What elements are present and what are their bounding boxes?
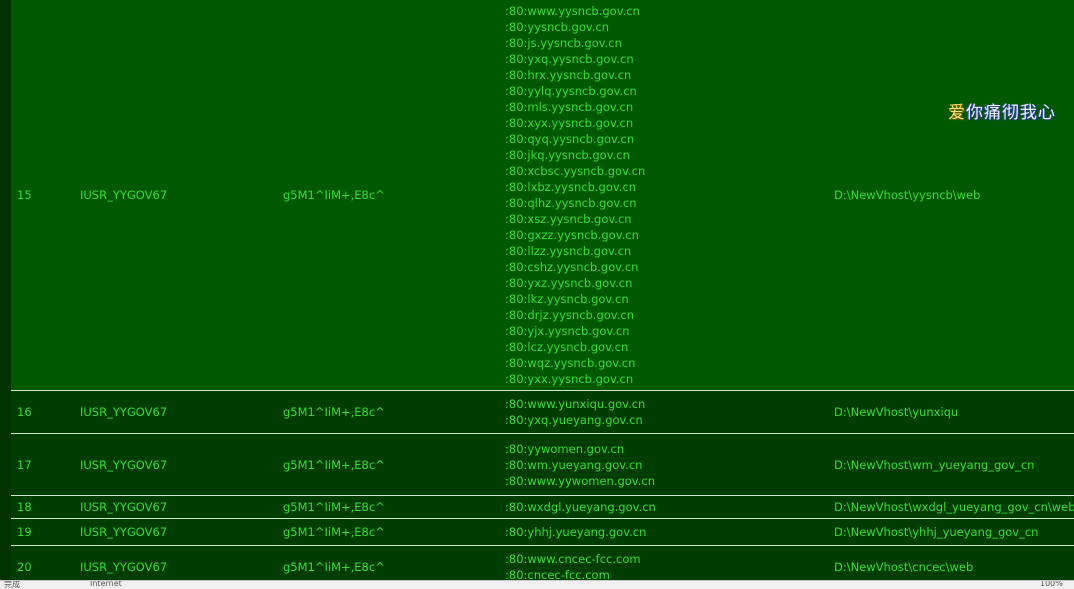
host-binding-line: :80:cshz.yysncb.gov.cn: [505, 260, 639, 274]
table-row: 15 IUSR_YYGOV67 g5M1^IiM+,E8c^:80:www.yysn…: [11, 0, 1074, 390]
host-binding-line: :80:llzz.yysncb.gov.cn: [505, 244, 632, 258]
user-cell: IUSR_YYGOV67: [80, 0, 283, 390]
host-binding-line: :80:drjz.yysncb.gov.cn: [505, 308, 634, 322]
row-id-cell: 20: [17, 560, 32, 574]
path-cell: D:\NewVhost\cncec\web: [834, 560, 974, 574]
results-table-container[interactable]: 15 IUSR_YYGOV67 g5M1^IiM+,E8c^:80:www.yysn…: [11, 0, 1074, 580]
row-id-cell: 19: [17, 525, 32, 539]
host-binding-line: :80:wqz.yysncb.gov.cn: [505, 356, 636, 370]
host-binding-line: :80:wxdgl.yueyang.gov.cn: [505, 500, 656, 514]
host-binding-line: :80:www.cncec-fcc.com: [505, 552, 641, 566]
host-binding-line: :80:www.yysncb.gov.cn: [505, 4, 640, 18]
user-cell: IUSR_YYGOV67: [80, 457, 168, 472]
host-binding-line: :80:gxzz.yysncb.gov.cn: [505, 228, 639, 242]
password-cell: g5M1^IiM+,E8c^: [283, 500, 385, 514]
host-binding-line: :80:qlhz.yysncb.gov.cn: [505, 196, 637, 210]
host-binding-line: :80:qyq.yysncb.gov.cn: [505, 132, 635, 146]
host-binding-line: :80:lxbz.yysncb.gov.cn: [505, 180, 637, 194]
table-row: 19 IUSR_YYGOV67 g5M1^IiM+,E8c^ :80:yhhj.yue…: [11, 519, 1074, 545]
host-binding-line: :80:yysncb.gov.cn: [505, 20, 610, 34]
scrolling-marquee-text: 爱你痛彻我心: [948, 98, 1056, 123]
status-zoom-text: 100%: [1040, 580, 1063, 588]
user-cell: IUSR_YYGOV67: [80, 560, 168, 574]
path-cell: D:\NewVhost\yhhj_yueyang_gov_cn: [834, 525, 1039, 539]
table-row: 16 IUSR_YYGOV67 g5M1^IiM+,E8c^ :80:www.yunx…: [11, 391, 1074, 433]
host-binding-line: :80:js.yysncb.gov.cn: [505, 36, 622, 50]
left-margin-strip: [0, 0, 11, 580]
table-row: 18 IUSR_YYGOV67 g5M1^IiM+,E8c^ :80:wxdgl.yu…: [11, 496, 1074, 518]
path-cell: D:\NewVhost\yunxiqu: [834, 405, 959, 419]
vhost-table: 15 IUSR_YYGOV67 g5M1^IiM+,E8c^:80:www.yysn…: [11, 0, 1074, 580]
host-binding-line: :80:jkq.yysncb.gov.cn: [505, 148, 630, 162]
host-binding-line: :80:cncec-fcc.com: [505, 568, 610, 580]
user-cell: IUSR_YYGOV67: [80, 405, 168, 419]
path-cell: D:\NewVhost\wxdgl_yueyang_gov_cn\web: [834, 500, 1074, 514]
user-cell: IUSR_YYGOV67: [80, 525, 168, 539]
host-binding-line: :80:yxz.yysncb.gov.cn: [505, 276, 633, 290]
host-binding-line: :80:xyx.yysncb.gov.cn: [505, 116, 634, 130]
host-bindings-cell: :80:yywomen.gov.cn :80:wm.yueyang.gov.cn:…: [505, 434, 834, 495]
host-binding-line: :80:hrx.yysncb.gov.cn: [505, 68, 632, 82]
host-binding-line: :80:yhhj.yueyang.gov.cn: [505, 525, 647, 539]
host-binding-line: :80:yxq.yueyang.gov.cn: [505, 413, 643, 427]
row-id-cell: 18: [17, 500, 32, 514]
host-binding-line: :80:yxx.yysncb.gov.cn: [505, 372, 634, 386]
password-cell: g5M1^IiM+,E8c^: [283, 560, 385, 574]
host-binding-line: :80:yxq.yysncb.gov.cn: [505, 52, 634, 66]
host-binding-line: :80:xsz.yysncb.gov.cn: [505, 212, 632, 226]
host-binding-line: :80:yylq.yysncb.gov.cn: [505, 84, 637, 98]
host-bindings-cell: :80:yhhj.yueyang.gov.cn: [505, 519, 834, 545]
table-row: 17 IUSR_YYGOV67 g5M1^IiM+,E8c^ :80:yywomen.…: [11, 434, 1074, 495]
marquee-rest: 你痛彻我心: [966, 103, 1056, 123]
host-bindings-cell: :80:www.cncec-fcc.com :80:cncec-fcc.com: [505, 546, 834, 580]
marquee-first-char: 爱: [948, 103, 966, 123]
host-binding-line: :80:www.yywomen.gov.cn: [505, 474, 655, 488]
host-binding-line: :80:www.yunxiqu.gov.cn: [505, 397, 646, 411]
host-bindings-cell: :80:www.yunxiqu.gov.cn :80:yxq.yueyang.go…: [505, 391, 834, 433]
user-cell: IUSR_YYGOV67: [80, 500, 168, 514]
host-bindings-cell: :80:www.yysncb.gov.cn :80:yysncb.gov.cn :8…: [505, 0, 834, 390]
path-cell: D:\NewVhost\wm_yueyang_gov_cn: [834, 457, 1035, 472]
host-binding-line: :80:lkz.yysncb.gov.cn: [505, 292, 629, 306]
path-cell: D:\NewVhost\yysncb\web: [834, 0, 1074, 390]
row-id-cell: 15: [11, 0, 80, 390]
host-binding-line: :80:lcz.yysncb.gov.cn: [505, 340, 629, 354]
password-cell: g5M1^IiM+,E8c^: [283, 525, 385, 539]
host-binding-line: :80:wm.yueyang.gov.cn: [505, 458, 643, 472]
host-binding-line: :80:yjx.yysncb.gov.cn: [505, 324, 630, 338]
row-id-cell: 16: [17, 405, 32, 419]
password-cell: g5M1^IiM+,E8c^: [283, 405, 385, 419]
table-row: 20 IUSR_YYGOV67 g5M1^IiM+,E8c^ :80:www.cnce…: [11, 546, 1074, 580]
host-binding-line: :80:yywomen.gov.cn: [505, 442, 625, 456]
status-zone-text: Internet: [90, 580, 122, 588]
host-bindings-cell: :80:wxdgl.yueyang.gov.cn: [505, 496, 834, 518]
password-cell: g5M1^IiM+,E8c^: [283, 0, 505, 390]
row-id-cell: 17: [17, 457, 32, 472]
password-cell: g5M1^IiM+,E8c^: [283, 457, 385, 472]
host-binding-line: :80:xcbsc.yysncb.gov.cn: [505, 164, 646, 178]
host-binding-line: :80:mls.yysncb.gov.cn: [505, 100, 634, 114]
vhost-table-body: 15 IUSR_YYGOV67 g5M1^IiM+,E8c^:80:www.yysn…: [11, 0, 1074, 580]
